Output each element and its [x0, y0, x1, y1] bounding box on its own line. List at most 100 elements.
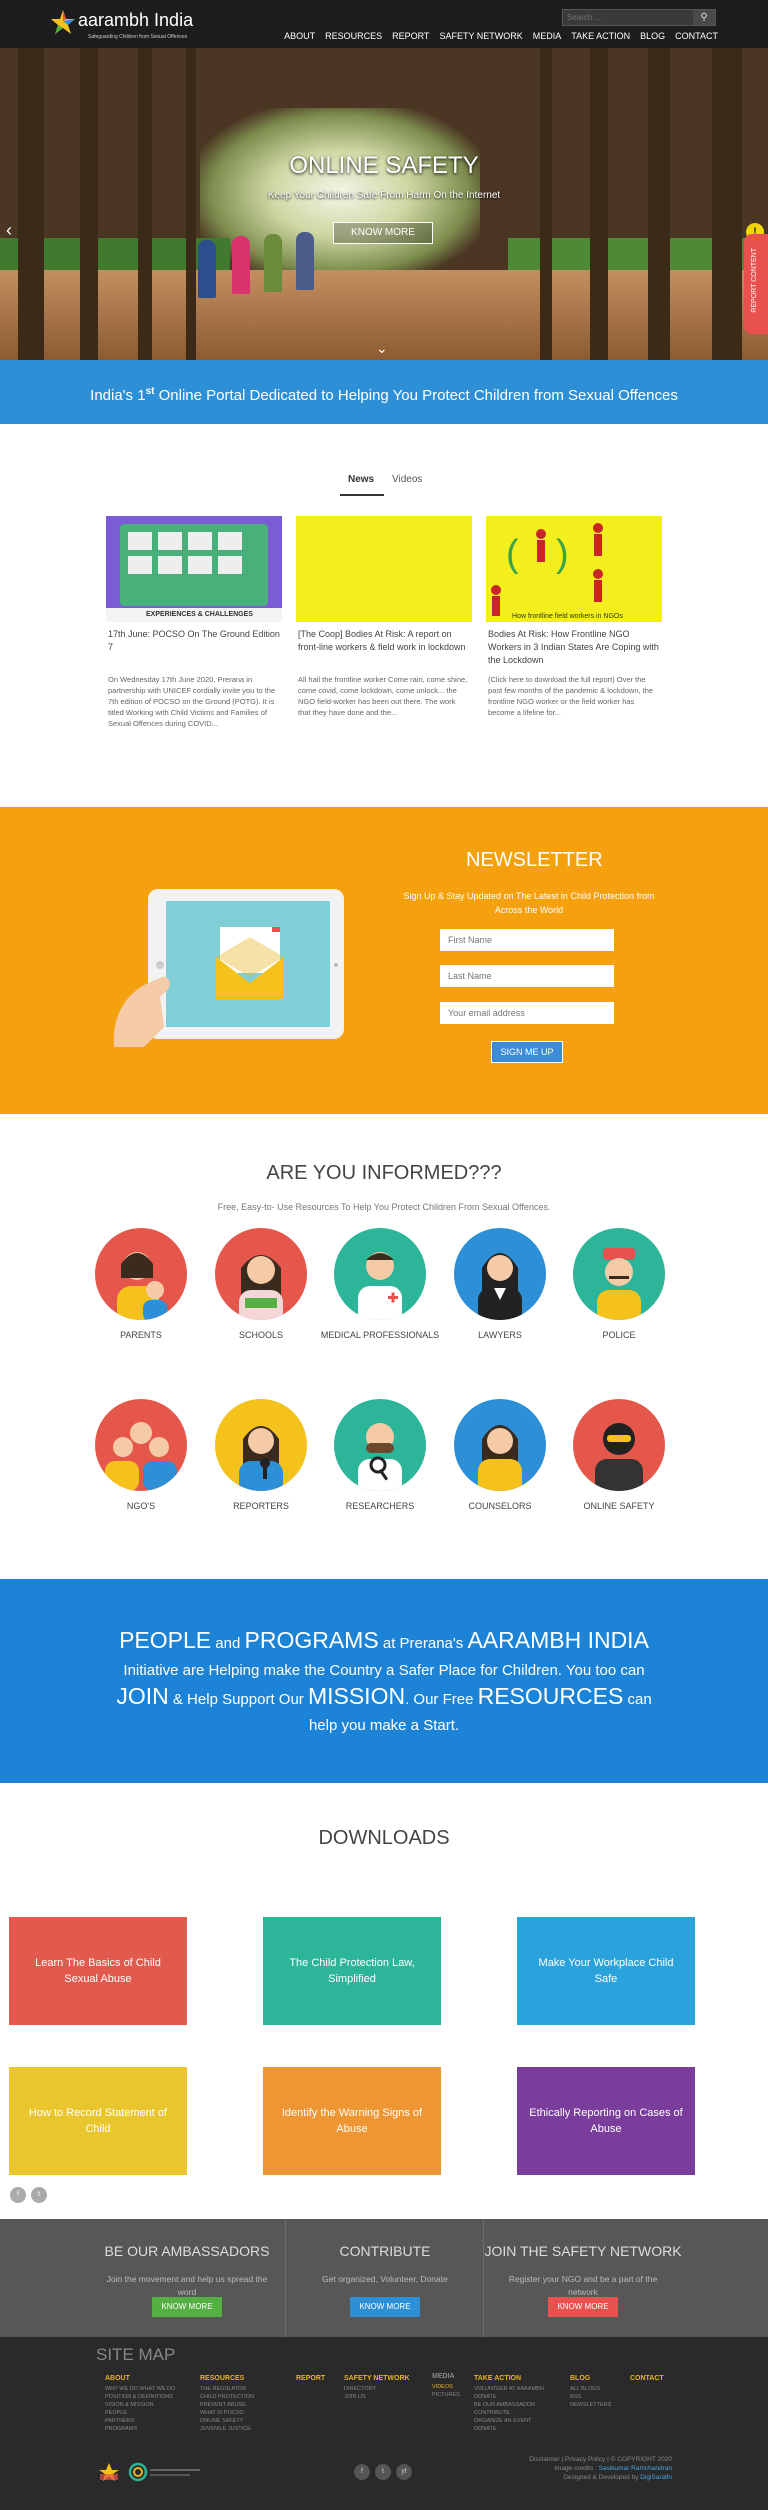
reporters-icon[interactable]	[215, 1399, 307, 1491]
reporters-label[interactable]: REPORTERS	[201, 1499, 321, 1513]
sitemap-link[interactable]: PICTURES	[432, 2391, 460, 2399]
ambassadors-know-more-button[interactable]: KNOW MORE	[152, 2297, 222, 2317]
contribute-know-more-button[interactable]: KNOW MORE	[350, 2297, 420, 2317]
sitemap-heading[interactable]: ABOUT	[105, 2375, 175, 2382]
researchers-label[interactable]: RESEARCHERS	[320, 1499, 440, 1513]
sitemap-link[interactable]: PREVENT ABUSE	[200, 2401, 254, 2409]
sitemap-link[interactable]: ORGANIZE AN EVENT	[474, 2417, 544, 2425]
download-tile[interactable]: Make Your Workplace Child Safe	[517, 1917, 695, 2025]
sitemap-heading[interactable]: SAFETY NETWORK	[344, 2375, 410, 2382]
sitemap-link[interactable]: THE REGULATOR	[200, 2385, 254, 2393]
hero-know-more-button[interactable]: KNOW MORE	[333, 222, 433, 244]
sitemap-heading[interactable]: MEDIA	[432, 2373, 460, 2380]
nav-resources[interactable]: RESOURCES	[325, 31, 382, 41]
footer-twitter-icon[interactable]: t	[375, 2464, 391, 2480]
safety-network-know-more-button[interactable]: KNOW MORE	[548, 2297, 618, 2317]
tab-videos[interactable]: Videos	[392, 474, 422, 485]
tab-news[interactable]: News	[348, 474, 374, 485]
sitemap-link[interactable]: VOLUNTEER AT AARAMBH	[474, 2385, 544, 2393]
sitemap-link[interactable]: DIRECTORY	[344, 2385, 410, 2393]
schools-icon[interactable]	[215, 1228, 307, 1320]
download-tile[interactable]: Ethically Reporting on Cases of Abuse	[517, 2067, 695, 2175]
nav-report[interactable]: REPORT	[392, 31, 429, 41]
researchers-icon[interactable]	[334, 1399, 426, 1491]
medical-professionals-icon[interactable]	[334, 1228, 426, 1320]
sitemap-link[interactable]: DONATE	[474, 2425, 544, 2433]
download-tile[interactable]: The Child Protection Law, Simplified	[263, 1917, 441, 2025]
sitemap-heading[interactable]: BLOG	[570, 2375, 611, 2382]
lawyers-icon[interactable]	[454, 1228, 546, 1320]
developer-link[interactable]: DigiSarathi	[640, 2474, 672, 2481]
last-name-field[interactable]	[440, 965, 614, 987]
informed-subtitle: Free, Easy-to- Use Resources To Help You…	[217, 1202, 551, 1212]
sitemap-link[interactable]: NEWSLETTERS	[570, 2401, 611, 2409]
nav-contact[interactable]: CONTACT	[675, 31, 718, 41]
police-icon[interactable]	[573, 1228, 665, 1320]
scroll-down-icon[interactable]: ⌄	[376, 340, 388, 357]
footer-youtube-icon[interactable]: yt	[396, 2464, 412, 2480]
news-card-title[interactable]: 17th June: POCSO On The Ground Edition 7	[108, 628, 280, 654]
counselors-label[interactable]: COUNSELORS	[440, 1499, 560, 1513]
email-field[interactable]	[440, 1002, 614, 1024]
search-button[interactable]: ⚲	[693, 10, 715, 25]
schools-label[interactable]: SCHOOLS	[201, 1328, 321, 1342]
lawyers-label[interactable]: LAWYERS	[440, 1328, 560, 1342]
sitemap-heading[interactable]: CONTACT	[630, 2375, 664, 2382]
photographer-link[interactable]: Sasikumar Ramchandran	[599, 2465, 672, 2472]
twitter-icon[interactable]: t	[31, 2187, 47, 2203]
nav-safety-network[interactable]: SAFETY NETWORK	[439, 31, 522, 41]
parents-label[interactable]: PARENTS	[81, 1328, 201, 1342]
ngos-icon[interactable]	[95, 1399, 187, 1491]
sitemap-link[interactable]: PARTNERS	[105, 2417, 175, 2425]
sitemap-link[interactable]: CONTRIBUTE	[474, 2409, 544, 2417]
counselors-icon[interactable]	[454, 1399, 546, 1491]
sign-up-button[interactable]: SIGN ME UP	[491, 1041, 563, 1063]
sitemap-link[interactable]: JOIN US	[344, 2393, 410, 2401]
nav-take-action[interactable]: TAKE ACTION	[571, 31, 630, 41]
sitemap-link[interactable]: BE OUR AMBASSADOR	[474, 2401, 544, 2409]
sitemap-heading[interactable]: REPORT	[296, 2375, 325, 2382]
sitemap-heading[interactable]: TAKE ACTION	[474, 2375, 544, 2382]
footer-copyright[interactable]: Disclaimer | Privacy Policy | © COPYRIGH…	[529, 2455, 672, 2464]
facebook-icon[interactable]: f	[10, 2187, 26, 2203]
sitemap-link[interactable]: ALL BLOGS	[570, 2385, 611, 2393]
ngos-label[interactable]: NGO'S	[81, 1499, 201, 1513]
sitemap-link[interactable]: PROGRAMS	[105, 2425, 175, 2433]
sitemap-link[interactable]: VIDEOS	[432, 2383, 460, 2391]
online-safety-label[interactable]: ONLINE SAFETY	[559, 1499, 679, 1513]
news-card-title[interactable]: Bodies At Risk: How Frontline NGO Worker…	[488, 628, 660, 667]
news-thumbnail[interactable]	[296, 516, 472, 622]
news-card-title[interactable]: [The Coop] Bodies At Risk: A report on f…	[298, 628, 470, 654]
nav-about[interactable]: ABOUT	[284, 31, 315, 41]
news-thumbnail[interactable]	[106, 516, 282, 622]
nav-media[interactable]: MEDIA	[533, 31, 562, 41]
medical-professionals-label[interactable]: MEDICAL PROFESSIONALS	[320, 1328, 440, 1342]
sitemap-link[interactable]: CHILD PROTECTION	[200, 2393, 254, 2401]
nav-blog[interactable]: BLOG	[640, 31, 665, 41]
download-tile[interactable]: Learn The Basics of Child Sexual Abuse	[9, 1917, 187, 2025]
sitemap-link[interactable]: RSS	[570, 2393, 611, 2401]
sitemap-column: MEDIA VIDEOS PICTURES	[432, 2373, 460, 2399]
sitemap-heading[interactable]: RESOURCES	[200, 2375, 254, 2382]
sitemap-link[interactable]: DONATE	[474, 2393, 544, 2401]
online-safety-icon[interactable]	[573, 1399, 665, 1491]
news-thumbnail[interactable]: ( )	[486, 516, 662, 622]
sitemap-link[interactable]: ONLINE SAFETY	[200, 2417, 254, 2425]
sitemap-link[interactable]: POSITION & DEFINITIONS	[105, 2393, 175, 2401]
tree-trunk	[712, 48, 742, 360]
search-input[interactable]	[563, 10, 691, 25]
download-tile[interactable]: How to Record Statement of Child	[9, 2067, 187, 2175]
first-name-field[interactable]	[440, 929, 614, 951]
sitemap-link[interactable]: VISION & MISSION	[105, 2401, 175, 2409]
sitemap-link[interactable]: JUVENILE JUSTICE	[200, 2425, 254, 2433]
police-label[interactable]: POLICE	[559, 1328, 679, 1342]
slider-prev-icon[interactable]: ‹	[6, 220, 12, 241]
download-tile[interactable]: Identify the Warning Signs of Abuse	[263, 2067, 441, 2175]
sitemap-link[interactable]: WHAT IS POCSO	[200, 2409, 254, 2417]
report-content-tab[interactable]: REPORT CONTENT	[744, 234, 768, 334]
parents-icon[interactable]	[95, 1228, 187, 1320]
sitemap-link[interactable]: PEOPLE	[105, 2409, 175, 2417]
logo-name: aarambh India	[78, 10, 194, 30]
sitemap-link[interactable]: WHY WE DO WHAT WE DO	[105, 2385, 175, 2393]
footer-facebook-icon[interactable]: f	[354, 2464, 370, 2480]
